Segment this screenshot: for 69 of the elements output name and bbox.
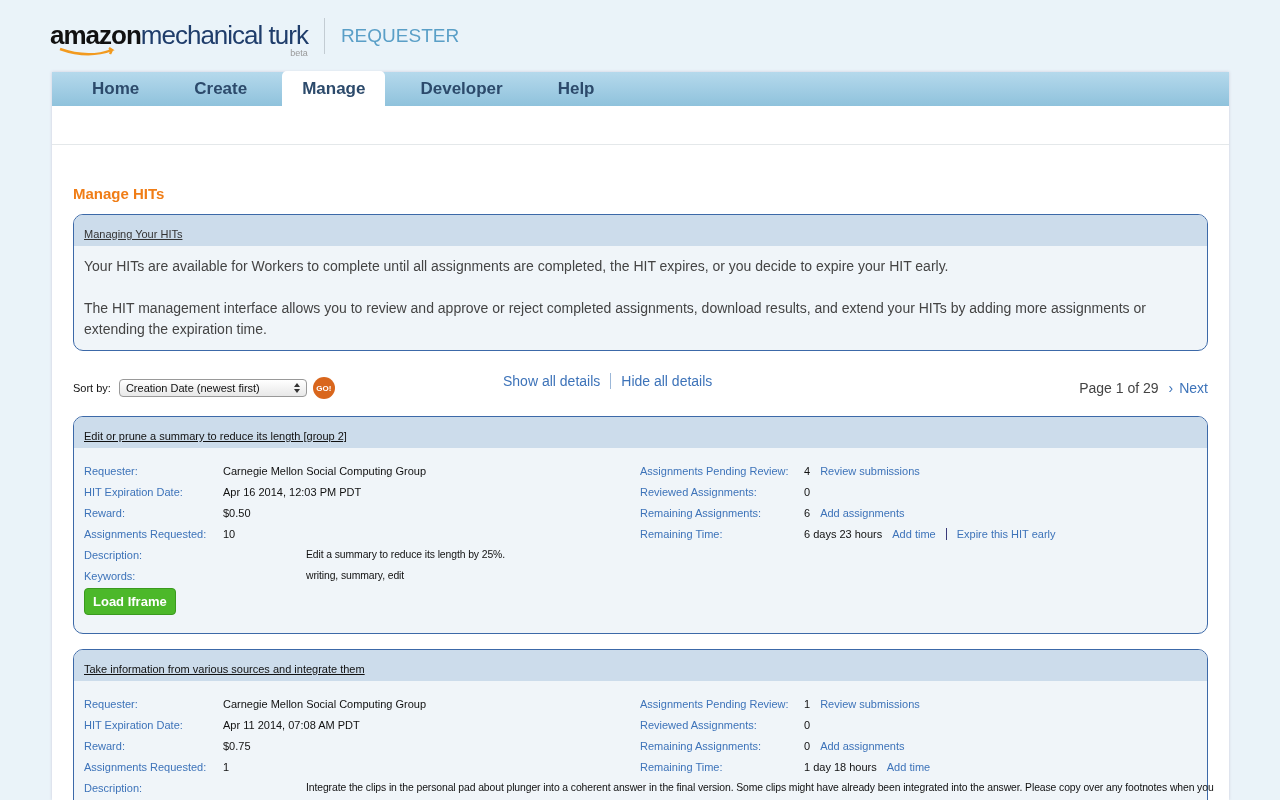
field-label: Keywords: (84, 569, 137, 582)
nav-tab[interactable]: Home (72, 79, 160, 106)
stat-label: Remaining Assignments: (640, 739, 763, 752)
field-value: Apr 16 2014, 12:03 PM PDT (223, 485, 362, 498)
sort-select[interactable]: Creation Date (newest first) (118, 379, 307, 397)
field-label: HIT Expiration Date: (84, 718, 184, 731)
field-value: Edit a summary to reduce its length by 25%. (306, 549, 505, 560)
page-title: Manage HITs (73, 185, 166, 202)
field-value: 10 (223, 527, 236, 540)
stat-value: 1 day 18 hours (804, 760, 877, 773)
field-value: 1 (223, 760, 230, 773)
next-arrow-icon: › (1168, 380, 1174, 396)
action-link[interactable]: Add time (886, 760, 941, 773)
beta-label: beta (290, 48, 308, 58)
action-link[interactable]: Review submissions (820, 464, 930, 477)
field-label: Description: (84, 781, 144, 794)
action-link[interactable]: Expire this HIT early (945, 527, 1066, 540)
info-paragraph: Your HITs are available for Workers to complete until all assignments are completed, the HIT expires, or you decide to expire your HIT early. (84, 257, 950, 276)
field-label: HIT Expiration Date: (84, 485, 184, 498)
stat-label: Reviewed Assignments: (640, 718, 758, 731)
action-link[interactable]: Review submissions (820, 697, 930, 710)
field-label: Requester: (84, 464, 139, 477)
field-value: Carnegie Mellon Social Computing Group (223, 697, 426, 710)
stat-value: 0 (804, 485, 811, 498)
stat-label: Remaining Time: (640, 527, 724, 540)
sort-label: Sort by: (73, 382, 111, 394)
field-label: Reward: (84, 506, 126, 519)
field-value: Carnegie Mellon Social Computing Group (223, 464, 426, 477)
action-link[interactable]: Add assignments (820, 739, 915, 752)
go-button[interactable]: GO! (312, 377, 335, 399)
info-paragraph: The HIT management interface allows you to review and approve or reject completed assignments, download results, and extend your HITs by adding more assignments or extending the expiration time. (84, 299, 1147, 339)
next-link[interactable]: Next (1179, 380, 1208, 396)
field-value: Apr 11 2014, 07:08 AM PDT (223, 718, 360, 731)
details-link[interactable]: Hide all details (610, 373, 723, 389)
stat-label: Reviewed Assignments: (640, 485, 758, 498)
brand-name: amazon (50, 20, 141, 51)
stat-label: Assignments Pending Review: (640, 464, 790, 477)
action-link[interactable]: Add time (892, 527, 946, 540)
nav-tab[interactable]: Help (537, 79, 615, 106)
action-link[interactable]: Add assignments (820, 506, 915, 519)
stat-label: Remaining Assignments: (640, 506, 763, 519)
field-label: Assignments Requested: (84, 527, 208, 540)
nav-tab[interactable]: Manage (282, 71, 386, 106)
stat-value: 4 (804, 464, 811, 477)
hit-title-link[interactable]: Take information from various sources and integrate them (84, 663, 365, 675)
hit-title-link[interactable]: Edit or prune a summary to reduce its length [group 2] (84, 430, 347, 442)
stat-label: Assignments Pending Review: (640, 697, 790, 710)
details-link[interactable]: Show all details (493, 373, 611, 389)
stat-value: 6 days 23 hours (804, 527, 883, 540)
page-indicator: Page 1 of 29 (1079, 380, 1159, 396)
field-label: Requester: (84, 697, 139, 710)
field-value: $0.50 (223, 506, 251, 519)
stat-value: 6 (804, 506, 811, 519)
load-iframe-button[interactable]: Load Iframe (84, 588, 176, 615)
updown-arrows-icon (293, 383, 300, 393)
field-label: Assignments Requested: (84, 760, 208, 773)
stat-value: 0 (804, 739, 811, 752)
stat-value: 0 (804, 718, 811, 731)
nav-tab[interactable]: Developer (400, 79, 523, 106)
stat-value: 1 (804, 697, 811, 710)
field-value: writing, summary, edit (306, 570, 405, 581)
field-label: Reward: (84, 739, 126, 752)
field-value: $0.75 (223, 739, 251, 752)
product-name: mechanical turk (140, 20, 308, 50)
info-heading-link[interactable]: Managing Your HITs (84, 228, 183, 240)
nav-tab[interactable]: Create (174, 79, 268, 106)
section-title: REQUESTER (340, 25, 460, 47)
stat-label: Remaining Time: (640, 760, 724, 773)
field-label: Description: (84, 548, 144, 561)
